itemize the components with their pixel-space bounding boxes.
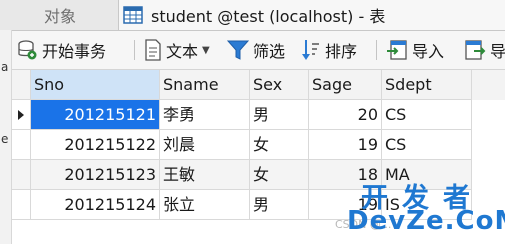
cell-sname[interactable]: 李勇 <box>160 100 250 130</box>
import-button[interactable]: 导入 <box>386 31 444 69</box>
cell-sname[interactable]: 王敏 <box>160 160 250 190</box>
column-header-sdept[interactable]: Sdept <box>382 70 472 100</box>
cell-sex[interactable]: 男 <box>250 100 309 130</box>
tab-student-label: student @test (localhost) - 表 <box>151 7 386 26</box>
export-icon <box>465 40 486 60</box>
cell-sno[interactable]: 201215124 <box>31 190 160 220</box>
cell-sdept[interactable]: CS <box>382 130 472 160</box>
row-indicator[interactable] <box>12 130 31 160</box>
cell-sex[interactable]: 女 <box>250 160 309 190</box>
row-indicator[interactable] <box>12 160 31 190</box>
toolbar-separator <box>134 40 135 60</box>
table-icon <box>123 6 143 24</box>
toolbar-separator <box>376 40 377 60</box>
cell-sdept[interactable]: IS <box>382 190 472 220</box>
column-header-sex[interactable]: Sex <box>250 70 309 100</box>
filter-label: 筛选 <box>253 42 286 61</box>
cell-sex[interactable]: 女 <box>250 130 309 160</box>
current-row-arrow-icon <box>18 110 24 120</box>
column-header-sname[interactable]: Sname <box>160 70 250 100</box>
begin-transaction-button[interactable]: 开始事务 <box>16 31 106 69</box>
tab-objects-label: 对象 <box>44 7 77 26</box>
tab-objects[interactable]: 对象 <box>44 0 114 30</box>
tab-student-table[interactable]: student @test (localhost) - 表 <box>118 0 505 30</box>
database-icon <box>18 40 37 60</box>
begin-transaction-label: 开始事务 <box>42 42 107 61</box>
cell-sage[interactable]: 19 <box>309 190 382 220</box>
row-indicator[interactable] <box>12 190 31 220</box>
cell-sno[interactable]: 201215122 <box>31 130 160 160</box>
cell-sdept[interactable]: MA <box>382 160 472 190</box>
grid-header-row: Sno Sname Sex Sage Sdept <box>12 70 505 100</box>
sort-button[interactable]: 排序 <box>301 31 357 69</box>
toolbar: 开始事务 文本 ▼ 筛选 排序 导入 导 <box>12 31 505 70</box>
sort-label: 排序 <box>325 42 358 61</box>
column-header-sage[interactable]: Sage <box>309 70 382 100</box>
cell-sage[interactable]: 18 <box>309 160 382 190</box>
cell-sex[interactable]: 男 <box>250 190 309 220</box>
header-corner <box>12 70 31 100</box>
cell-sdept[interactable]: CS <box>382 100 472 130</box>
tab-bar: 对象 student @test (localhost) - 表 <box>0 0 505 31</box>
left-fragment: e <box>1 132 9 146</box>
cell-sname[interactable]: 刘晨 <box>160 130 250 160</box>
text-button[interactable]: 文本 ▼ <box>144 31 210 69</box>
export-label: 导 <box>490 42 505 61</box>
cell-sname[interactable]: 张立 <box>160 190 250 220</box>
export-button[interactable]: 导 <box>464 31 505 69</box>
cell-sage[interactable]: 19 <box>309 130 382 160</box>
filter-button[interactable]: 筛选 <box>227 31 285 69</box>
cell-sno[interactable]: 201215123 <box>31 160 160 190</box>
cell-sno[interactable]: 201215121 <box>31 100 160 130</box>
cell-sage[interactable]: 20 <box>309 100 382 130</box>
sort-icon <box>302 40 319 60</box>
document-icon <box>145 39 161 61</box>
left-panel-edge: a e <box>0 30 12 244</box>
left-fragment: a <box>1 60 9 74</box>
row-indicator[interactable] <box>12 100 31 130</box>
funnel-icon <box>227 40 249 60</box>
column-header-sno[interactable]: Sno <box>31 70 160 100</box>
text-label: 文本 <box>166 42 199 61</box>
data-grid: Sno Sname Sex Sage Sdept 201215121 李勇 男 … <box>12 70 505 244</box>
import-icon <box>387 40 407 60</box>
chevron-down-icon: ▼ <box>202 44 210 56</box>
import-label: 导入 <box>412 42 445 61</box>
